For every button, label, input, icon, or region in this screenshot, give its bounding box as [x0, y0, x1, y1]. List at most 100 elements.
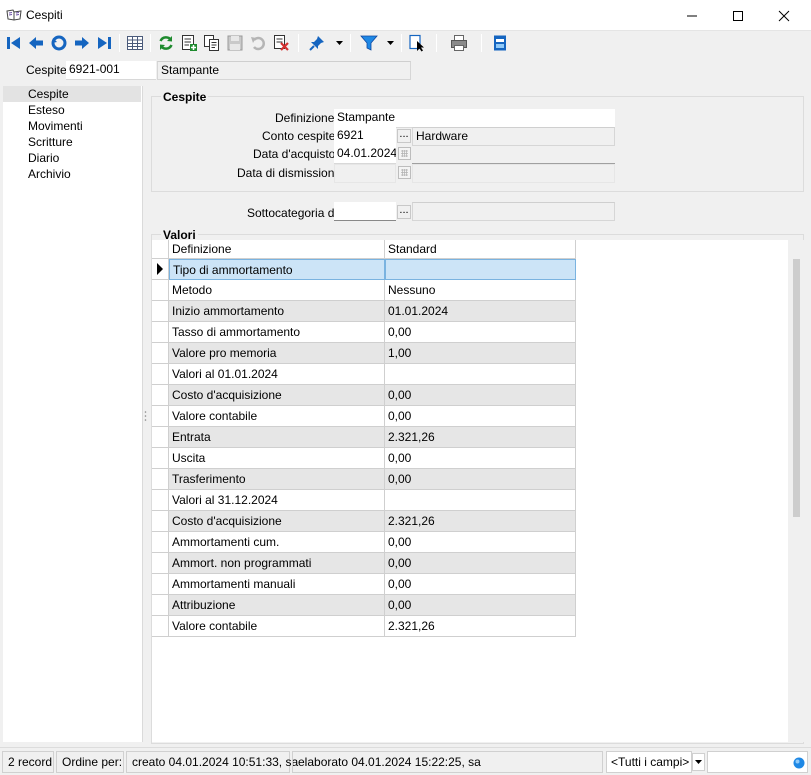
print-button[interactable] — [450, 34, 468, 52]
previous-record-button[interactable] — [27, 34, 45, 52]
grid-cell-standard[interactable] — [385, 364, 576, 385]
cespite-code-input[interactable]: 6921-001 — [66, 61, 156, 80]
grid-cell-standard[interactable] — [385, 490, 576, 511]
column-header-definizione[interactable]: Definizione — [169, 240, 385, 259]
row-header[interactable] — [152, 280, 169, 301]
first-record-button[interactable] — [5, 34, 23, 52]
grid-cell-definizione[interactable]: Entrata — [169, 427, 385, 448]
grid-cell-standard[interactable]: 2.321,26 — [385, 427, 576, 448]
undo-button[interactable] — [249, 34, 267, 52]
pin-button[interactable] — [308, 34, 326, 52]
search-field-dropdown-button[interactable] — [692, 753, 705, 771]
nav-item-diario[interactable]: Diario — [3, 150, 141, 166]
minimize-button[interactable] — [669, 0, 715, 31]
sottocategoria-lookup-button[interactable]: ... — [397, 205, 411, 219]
row-header[interactable] — [152, 532, 169, 553]
grid-cell-definizione[interactable]: Ammortamenti cum. — [169, 532, 385, 553]
grid-cell-definizione[interactable]: Inizio ammortamento — [169, 301, 385, 322]
grid-cell-definizione[interactable]: Valori al 31.12.2024 — [169, 490, 385, 511]
row-header[interactable] — [152, 574, 169, 595]
sort-order-label[interactable]: Ordine per: — [56, 751, 124, 773]
nav-item-cespite[interactable]: Cespite — [3, 86, 141, 102]
grid-cell-standard[interactable]: 0,00 — [385, 385, 576, 406]
row-header[interactable] — [152, 448, 169, 469]
scrollbar-thumb[interactable] — [793, 259, 800, 517]
row-header[interactable] — [152, 490, 169, 511]
splitter-grip-icon[interactable] — [144, 410, 147, 424]
grid-cell-definizione[interactable]: Valore pro memoria — [169, 343, 385, 364]
table-view-button[interactable] — [126, 34, 144, 52]
nav-item-archivio[interactable]: Archivio — [3, 166, 141, 182]
grid-cell-standard[interactable]: 0,00 — [385, 574, 576, 595]
grid-cell-definizione[interactable]: Metodo — [169, 280, 385, 301]
conto-lookup-button[interactable]: ... — [397, 129, 411, 143]
grid-cell-standard[interactable]: 2.321,26 — [385, 511, 576, 532]
data-dismissione-input[interactable] — [334, 164, 396, 183]
grid-cell-definizione[interactable]: Costo d'acquisizione — [169, 385, 385, 406]
grid-cell-standard[interactable]: Nessuno — [385, 280, 576, 301]
row-header[interactable] — [152, 301, 169, 322]
next-record-button[interactable] — [73, 34, 91, 52]
grid-cell-standard[interactable]: 1,00 — [385, 343, 576, 364]
back-history-button[interactable] — [50, 34, 68, 52]
grid-cell-standard[interactable]: 0,00 — [385, 532, 576, 553]
grid-cell-standard[interactable] — [385, 259, 576, 280]
filter-button[interactable] — [360, 34, 378, 52]
form-view-button[interactable] — [491, 34, 509, 52]
grid-cell-standard[interactable]: 0,00 — [385, 448, 576, 469]
nav-item-scritture[interactable]: Scritture — [3, 134, 141, 150]
grid-cell-standard[interactable]: 0,00 — [385, 595, 576, 616]
nav-item-esteso[interactable]: Esteso — [3, 102, 141, 118]
row-header[interactable] — [152, 553, 169, 574]
grid-cell-definizione[interactable]: Valore contabile — [169, 406, 385, 427]
row-header[interactable] — [152, 511, 169, 532]
grid-cell-definizione[interactable]: Costo d'acquisizione — [169, 511, 385, 532]
row-header[interactable] — [152, 427, 169, 448]
grid-cell-standard[interactable]: 0,00 — [385, 553, 576, 574]
grid-vertical-scrollbar[interactable] — [788, 240, 805, 742]
row-header[interactable] — [152, 343, 169, 364]
column-header-standard[interactable]: Standard — [385, 240, 576, 259]
row-header[interactable] — [152, 406, 169, 427]
row-header[interactable] — [152, 616, 169, 637]
grid-cell-definizione[interactable]: Valore contabile — [169, 616, 385, 637]
grid-cell-standard[interactable]: 0,00 — [385, 322, 576, 343]
grid-cell-definizione[interactable]: Tipo di ammortamento — [169, 259, 385, 280]
row-header[interactable] — [152, 364, 169, 385]
maximize-button[interactable] — [715, 0, 761, 31]
grid-cell-standard[interactable]: 2.321,26 — [385, 616, 576, 637]
row-header[interactable] — [152, 259, 169, 280]
row-header[interactable] — [152, 322, 169, 343]
last-record-button[interactable] — [95, 34, 113, 52]
filter-dropdown-arrow-icon[interactable] — [387, 41, 394, 45]
delete-record-button[interactable] — [272, 34, 290, 52]
sottocategoria-input[interactable] — [334, 202, 396, 221]
nav-item-movimenti[interactable]: Movimenti — [3, 118, 141, 134]
refresh-button[interactable] — [157, 34, 175, 52]
calendar-icon[interactable] — [398, 147, 411, 160]
row-header[interactable] — [152, 595, 169, 616]
grid-cell-standard[interactable]: 01.01.2024 — [385, 301, 576, 322]
grid-cell-definizione[interactable]: Tasso di ammortamento — [169, 322, 385, 343]
pin-dropdown-arrow-icon[interactable] — [336, 41, 343, 45]
grid-cell-definizione[interactable]: Ammortamenti manuali — [169, 574, 385, 595]
save-button[interactable] — [226, 34, 244, 52]
grid-cell-definizione[interactable]: Ammort. non programmati — [169, 553, 385, 574]
new-record-button[interactable] — [180, 34, 198, 52]
grid-cell-standard[interactable]: 0,00 — [385, 469, 576, 490]
grid-cell-standard[interactable]: 0,00 — [385, 406, 576, 427]
data-acquisto-input[interactable]: 04.01.2024 — [334, 145, 396, 164]
row-header[interactable] — [152, 385, 169, 406]
select-record-button[interactable] — [408, 34, 426, 52]
grid-cell-definizione[interactable]: Uscita — [169, 448, 385, 469]
copy-record-button[interactable] — [203, 34, 221, 52]
grid-cell-definizione[interactable]: Trasferimento — [169, 469, 385, 490]
definizione-input[interactable]: Stampante — [334, 109, 615, 128]
search-field-select[interactable]: <Tutti i campi> — [606, 751, 692, 773]
grid-cell-definizione[interactable]: Valori al 01.01.2024 — [169, 364, 385, 385]
row-header[interactable] — [152, 469, 169, 490]
grid-cell-definizione[interactable]: Attribuzione — [169, 595, 385, 616]
search-globe-icon[interactable] — [793, 757, 805, 769]
close-button[interactable] — [761, 0, 807, 31]
calendar-icon[interactable] — [398, 166, 411, 179]
